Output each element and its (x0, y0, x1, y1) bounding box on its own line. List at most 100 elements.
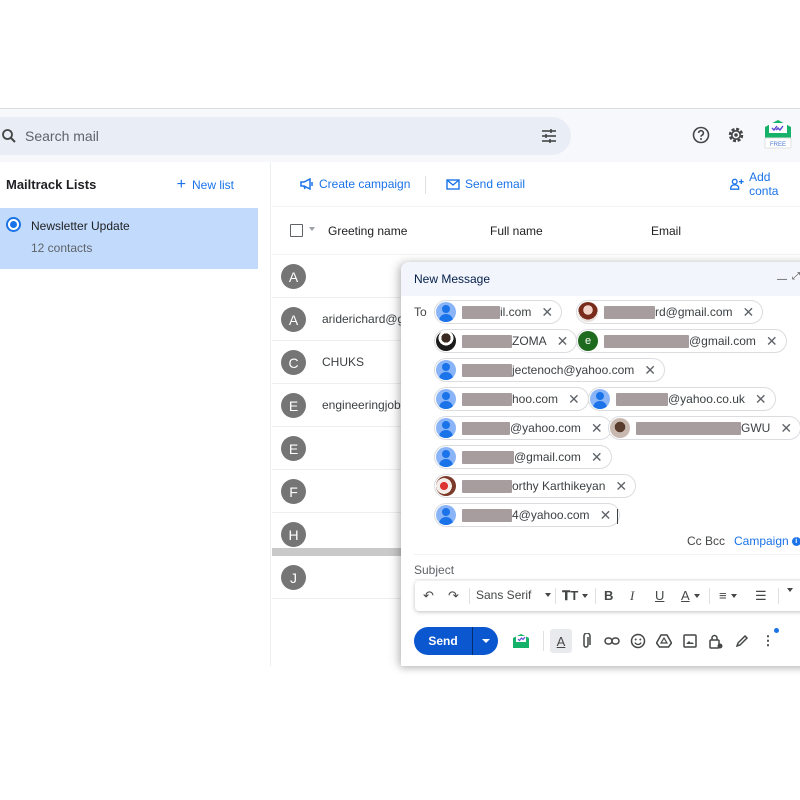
new-list-button[interactable]: + New list (177, 176, 234, 192)
remove-recipient-icon[interactable]: ✕ (743, 305, 755, 319)
italic-button[interactable]: I (630, 588, 634, 604)
undo-icon[interactable]: ↶ (423, 588, 434, 604)
recipient-chip[interactable]: il.com ✕ (434, 300, 563, 324)
schedule-send-button[interactable] (472, 627, 498, 655)
recipient-text: @gmail.com (514, 450, 581, 464)
help-icon[interactable] (691, 125, 711, 145)
recipient-text: jectenoch@yahoo.com (512, 363, 635, 377)
remove-recipient-icon[interactable]: ✕ (600, 508, 612, 522)
tune-icon[interactable] (541, 128, 557, 144)
column-header-email[interactable]: Email (651, 224, 681, 238)
remove-recipient-icon[interactable]: ✕ (591, 450, 603, 464)
send-button[interactable]: Send (414, 627, 472, 655)
redacted-text (462, 305, 500, 319)
campaign-label: Campaign (734, 534, 789, 548)
search-input[interactable]: Search mail (25, 128, 99, 144)
recipient-chip[interactable]: orthy Karthikeyan ✕ (434, 474, 637, 498)
recipient-text: orthy Karthikeyan (512, 479, 606, 493)
expand-icon[interactable]: ⤢ (792, 271, 800, 282)
sidebar-header: Mailtrack Lists + New list (0, 162, 270, 207)
drive-icon[interactable] (655, 632, 673, 650)
numbered-list-button[interactable]: ☰ (755, 588, 767, 604)
attach-icon[interactable] (577, 632, 595, 650)
info-icon[interactable]: i (791, 536, 800, 546)
list-contact-count: 12 contacts (31, 241, 93, 255)
campaign-link[interactable]: Campaign i (734, 534, 800, 548)
remove-recipient-icon[interactable]: ✕ (780, 421, 792, 435)
table-header: Greeting name Full name Email (272, 207, 800, 255)
remove-recipient-icon[interactable]: ✕ (615, 479, 627, 493)
create-campaign-button[interactable]: Create campaign (300, 177, 410, 191)
add-contact-label: Add conta (749, 170, 779, 198)
recipient-text: ZOMA (512, 334, 547, 348)
remove-recipient-icon[interactable]: ✕ (644, 363, 656, 377)
recipient-chip[interactable]: jectenoch@yahoo.com ✕ (434, 358, 665, 382)
recipient-chip[interactable]: rd@gmail.com ✕ (576, 300, 764, 324)
remove-recipient-icon[interactable]: ✕ (541, 305, 553, 319)
mailtrack-logo[interactable]: FREE (764, 119, 792, 149)
redo-icon[interactable]: ↷ (448, 588, 459, 604)
column-header-full-name[interactable]: Full name (490, 224, 543, 238)
gear-icon[interactable] (726, 125, 746, 145)
envelope-icon (446, 178, 460, 190)
chevron-down-icon (545, 593, 552, 597)
link-icon[interactable] (603, 632, 621, 650)
underline-button[interactable]: U (655, 588, 664, 603)
column-header-greeting[interactable]: Greeting name (328, 224, 407, 238)
bold-button[interactable]: B (604, 588, 613, 603)
recipient-chip[interactable]: ZOMA ✕ (434, 329, 578, 353)
signature-pen-icon[interactable] (733, 632, 751, 650)
insert-photo-icon[interactable] (681, 632, 699, 650)
send-email-button[interactable]: Send email (446, 177, 525, 191)
recipient-chip[interactable]: GWU ✕ (608, 416, 800, 440)
redacted-text (462, 421, 510, 435)
remove-recipient-icon[interactable]: ✕ (755, 392, 767, 406)
font-family-select[interactable]: Sans Serif (476, 588, 552, 602)
select-all-checkbox[interactable] (290, 224, 303, 237)
remove-recipient-icon[interactable]: ✕ (568, 392, 580, 406)
recipient-text: @yahoo.com (510, 421, 581, 435)
remove-recipient-icon[interactable]: ✕ (591, 421, 603, 435)
minimize-icon[interactable]: — (777, 274, 787, 285)
list-item-newsletter-update[interactable]: Newsletter Update 12 contacts (0, 208, 258, 269)
divider (425, 176, 426, 194)
select-menu-caret-icon[interactable] (309, 227, 315, 231)
align-button[interactable]: ≡ (719, 588, 737, 603)
search-icon[interactable] (1, 128, 17, 144)
mailtrack-icon[interactable] (512, 632, 530, 650)
send-email-label: Send email (465, 177, 526, 191)
recipient-chip[interactable]: @gmail.com ✕ (434, 445, 612, 469)
cc-bcc-link[interactable]: Cc Bcc (687, 534, 725, 548)
recipient-chip[interactable]: hoo.com ✕ (434, 387, 589, 411)
megaphone-icon (300, 178, 313, 190)
search-bar[interactable]: Search mail (0, 117, 571, 155)
text-cursor (617, 509, 618, 524)
more-options-icon[interactable]: ⋮ (759, 632, 777, 650)
divider (595, 588, 596, 604)
sidebar-title: Mailtrack Lists (6, 177, 97, 192)
formatting-options-icon[interactable]: A (550, 629, 572, 653)
recipient-chip[interactable]: e @gmail.com ✕ (576, 329, 787, 353)
font-size-button[interactable]: 𝐓T (562, 588, 589, 604)
recipient-text: hoo.com (512, 392, 559, 406)
remove-recipient-icon[interactable]: ✕ (557, 334, 569, 348)
avatar: A (281, 307, 306, 332)
subject-input[interactable]: Subject (414, 563, 454, 577)
confidential-mode-icon[interactable] (707, 632, 725, 650)
font-family-value: Sans Serif (476, 588, 532, 602)
recipient-chip[interactable]: @yahoo.com ✕ (434, 416, 612, 440)
emoji-icon[interactable] (629, 632, 647, 650)
greeting-cell: engineeringjobs (322, 398, 407, 412)
greeting-cell: CHUKS (322, 355, 365, 369)
text-color-button[interactable]: A (681, 588, 700, 603)
add-contact-button[interactable]: Add conta (730, 170, 800, 198)
horizontal-scrollbar[interactable] (272, 548, 412, 556)
recipient-chip[interactable]: @yahoo.co.uk ✕ (588, 387, 776, 411)
recipient-chip[interactable]: 4@yahoo.com ✕ (434, 503, 621, 527)
radio-selected-icon[interactable] (6, 217, 21, 232)
redacted-text (462, 363, 512, 377)
compose-header[interactable]: New Message — ⤢ (401, 262, 800, 296)
more-formatting-button[interactable] (787, 588, 793, 592)
remove-recipient-icon[interactable]: ✕ (766, 334, 778, 348)
contact-photo-avatar (578, 302, 598, 322)
